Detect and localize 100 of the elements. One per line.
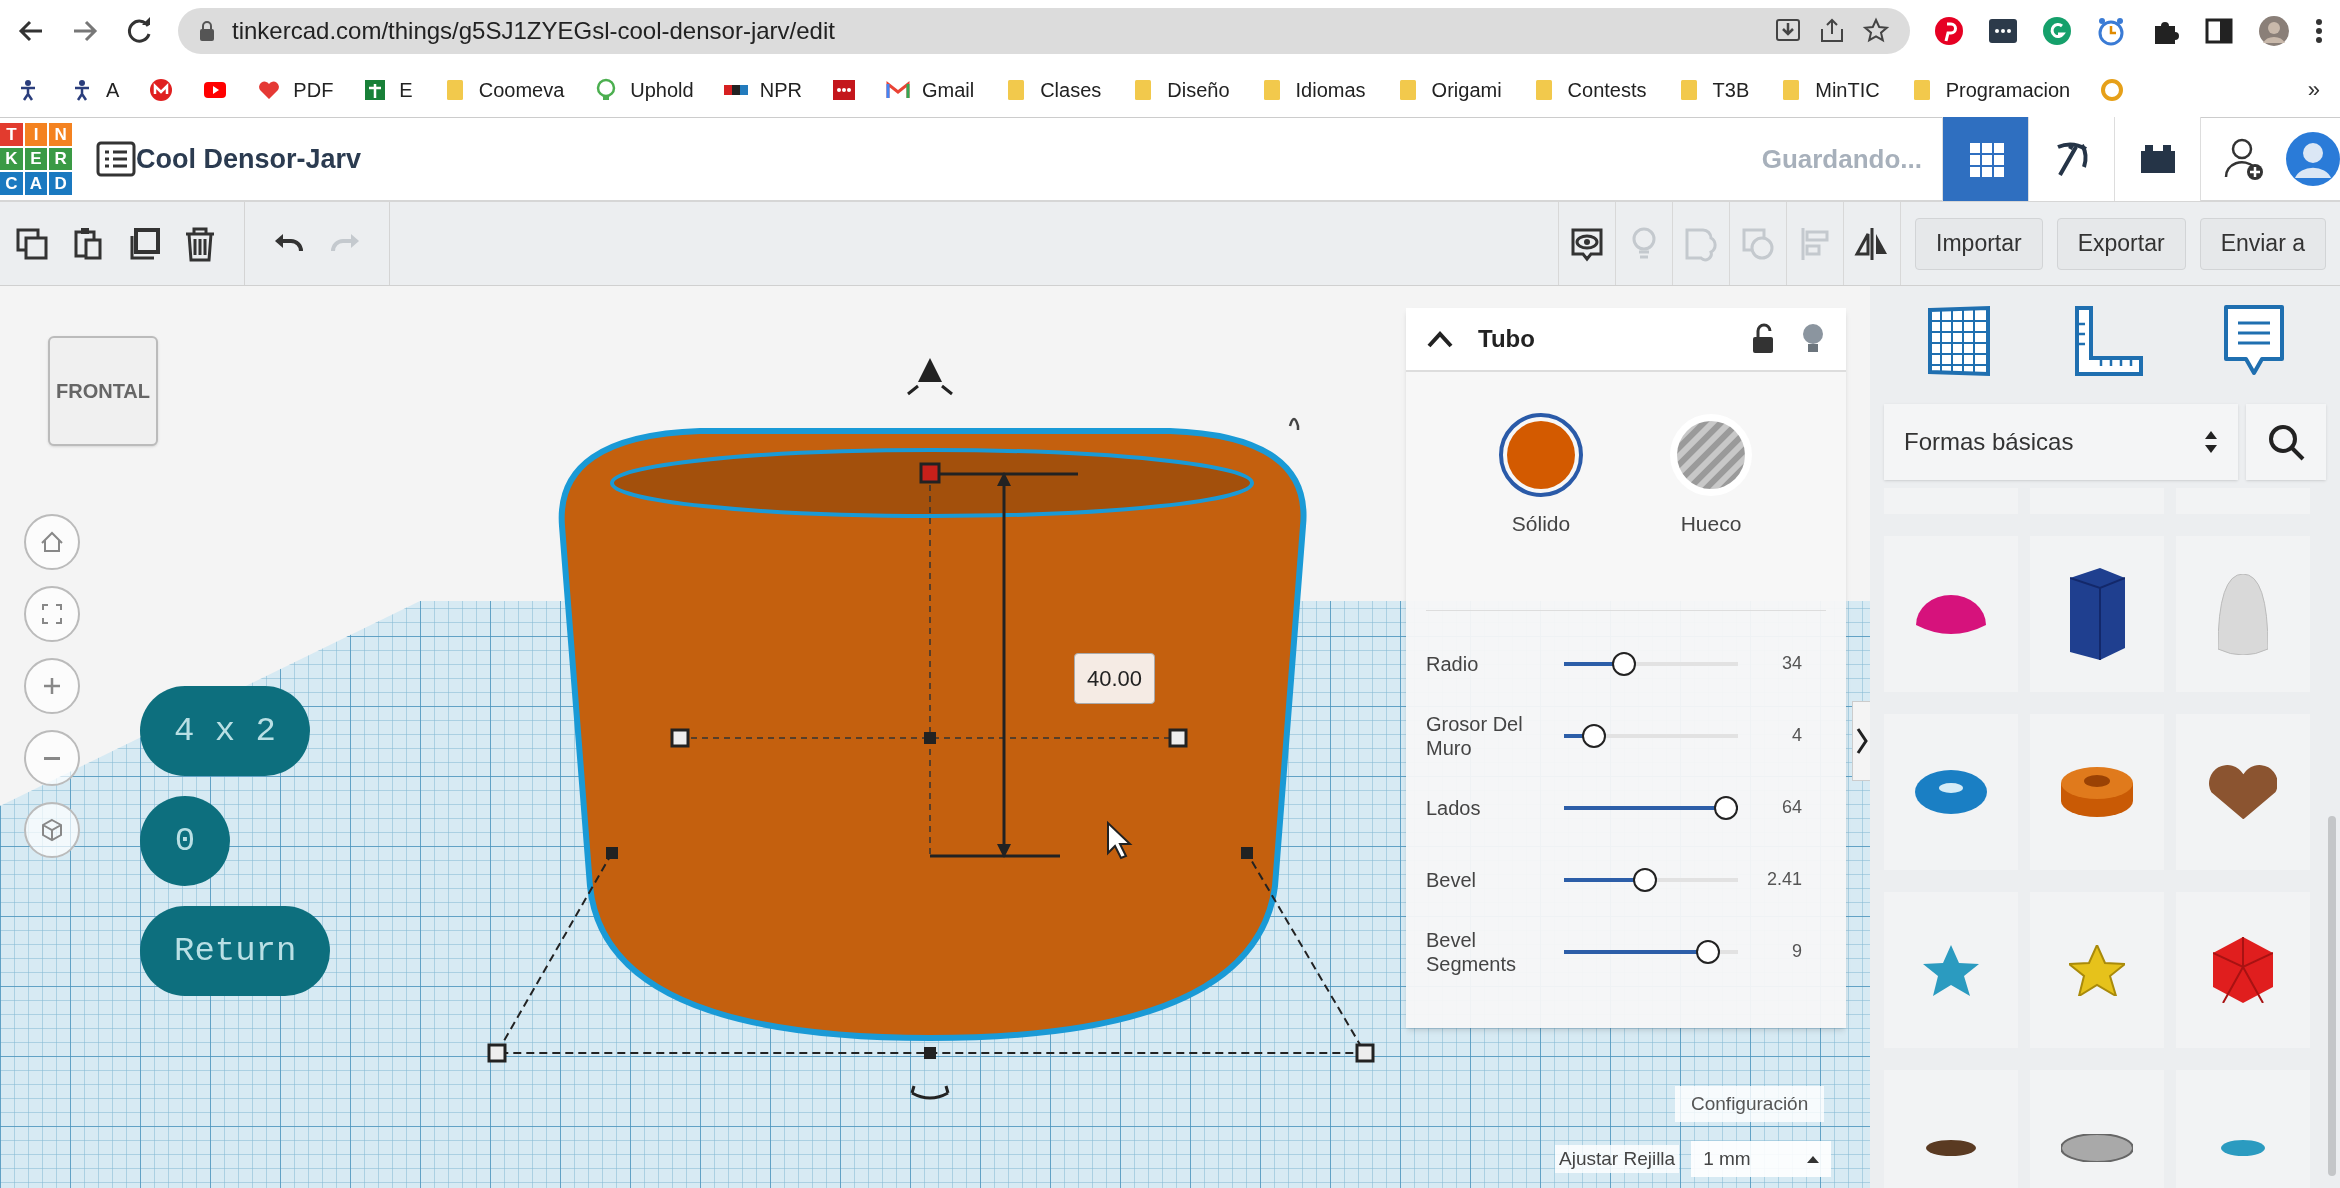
toolbar-text-button[interactable]: Importar [1915,217,2043,270]
bookmark-link[interactable]: NPR [759,74,802,105]
address-bar[interactable]: tinkercad.com/things/g5SJ1ZYEGsl-cool-densor-jarv/edit [178,8,1910,54]
snap-grid-dropdown[interactable]: 1 mm [1691,1141,1832,1177]
resize-handle[interactable] [924,732,936,744]
shape-tile[interactable] [1884,1070,2018,1188]
resize-handle[interactable] [1168,728,1188,748]
view-tab[interactable] [2114,117,2200,201]
color-swatch[interactable] [1498,412,1584,498]
share-icon[interactable] [1818,17,1846,45]
resize-handle[interactable] [924,1047,936,1059]
more-bookmarks-button[interactable]: » [2307,73,2320,106]
parameter-slider[interactable] [1564,722,1738,749]
slider-thumb[interactable] [1714,795,1738,820]
bookmark-link[interactable]: A [106,74,120,105]
shape-tile[interactable] [2030,1070,2164,1188]
settings-button[interactable]: Configuración [1675,1086,1825,1122]
parameter-value[interactable]: 64 [1781,794,1826,821]
rotate-arrow-icon[interactable] [910,1084,950,1100]
menu-icon[interactable] [2314,16,2324,46]
user-avatar-icon[interactable] [2286,132,2340,186]
sort-caret-icon [2204,429,2218,455]
view-control-button[interactable] [24,514,80,570]
bookmark-link[interactable]: Clases [1040,74,1102,105]
parameter-slider[interactable] [1564,794,1738,821]
shape-tile[interactable] [2030,892,2164,1048]
view-control-button[interactable] [24,586,80,642]
view-cube[interactable]: FRONTAL [48,336,158,446]
shape-tile[interactable] [2030,714,2164,870]
logo-letter: T [0,123,23,146]
resize-handle[interactable] [606,847,618,859]
toolbar-text-button[interactable]: Enviar a [2199,217,2326,270]
dots-icon[interactable] [831,77,856,102]
workspace[interactable]: FRONTAL 4 x 2 0 Return 40.00 Tubo Sólido Hueco Radio 34 Grosor Del Muro 4 Lados 64 Bevel 2.41 Bevel Segments 9 Configuración Ajustar Rejilla 1 mm [0,286,1870,1188]
search-button[interactable] [2246,404,2326,480]
parameter-value[interactable]: 4 [1792,722,1826,749]
parameter-value[interactable]: 34 [1781,650,1826,677]
toolbar-text-button[interactable]: Exportar [2056,217,2186,270]
star-icon[interactable] [1862,17,1890,45]
bookmark-link[interactable]: Idiomas [1295,74,1366,105]
app-logo[interactable]: T I N K E R C A D [0,123,72,195]
search-icon [2267,423,2305,461]
view-tab[interactable] [2028,117,2114,201]
alarm-clock-icon[interactable] [2096,16,2126,46]
design-title[interactable]: Cool Densor-Jarv [136,138,362,180]
bookmark-link[interactable]: Programacion [1945,74,2071,105]
parameter-value[interactable]: 2.41 [1766,866,1826,893]
parameter-slider[interactable] [1564,938,1738,965]
bookmark-link[interactable]: E [399,74,413,105]
scrollbar-thumb[interactable] [2328,816,2336,1176]
shape-tile[interactable] [1884,714,2018,870]
dots-extension-icon[interactable] [1988,16,2018,46]
parameter-label: Bevel [1426,867,1478,892]
panel-toggle-button[interactable] [1852,701,1870,781]
shape-tile[interactable] [1884,892,2018,1048]
shape-tile[interactable] [2176,892,2310,1048]
category-dropdown[interactable]: Formas básicas [1884,404,2238,480]
paraboloid-icon [2218,573,2268,655]
collapse-caret-icon[interactable] [1426,329,1454,349]
unlock-icon[interactable] [1750,323,1776,355]
shape-tile[interactable] [2176,536,2310,692]
shape-tile[interactable] [2030,536,2164,692]
resize-handle[interactable] [1241,847,1253,859]
shape-tile[interactable] [2176,714,2310,870]
spreadsheet-icon[interactable] [363,77,388,102]
bookmark-link[interactable]: T3B [1712,74,1750,105]
parameter-slider[interactable] [1564,650,1738,677]
slider-thumb[interactable] [1582,723,1606,748]
category-value: Formas básicas [1904,427,2074,457]
bookmark-link[interactable]: PDF [293,74,334,105]
shape-tile[interactable] [1884,536,2018,692]
bookmark-link[interactable]: Origami [1431,74,1502,105]
height-handle[interactable] [919,462,941,484]
resize-handle[interactable] [670,728,690,748]
bookmark-link[interactable]: Contests [1567,74,1647,105]
bookmark-link[interactable]: Coomeva [478,74,565,105]
parameter-value[interactable]: 9 [1792,938,1826,965]
grammar-extension-icon[interactable] [2042,16,2072,46]
rotate-handle-icon[interactable] [1288,418,1300,430]
mail-circle-icon[interactable] [149,77,174,102]
slider-thumb[interactable] [1696,939,1720,964]
shape-tile[interactable] [2176,1070,2310,1188]
bookmark-link[interactable]: MinTIC [1815,74,1880,105]
bookmark-link[interactable]: Diseño [1167,74,1230,105]
bookmark-link[interactable]: Uphold [630,74,694,105]
dimension-label[interactable]: 40.00 [1074,653,1156,704]
side-panel-icon[interactable] [2204,16,2234,46]
parameter-slider[interactable] [1564,866,1738,893]
bookmark-link[interactable]: Gmail [921,74,975,105]
slider-thumb[interactable] [1612,651,1636,676]
hole-swatch[interactable] [1668,412,1754,498]
resize-handle[interactable] [1355,1043,1375,1063]
lift-arrow-icon[interactable] [906,358,954,396]
profile-avatar-icon[interactable] [2258,15,2290,47]
add-user-icon[interactable] [2223,137,2264,181]
resize-handle[interactable] [487,1043,507,1063]
mode-label: Hueco [1680,511,1742,537]
list-icon[interactable] [96,141,136,177]
pin-extension-icon[interactable] [1934,16,1964,46]
slider-thumb[interactable] [1633,867,1657,892]
